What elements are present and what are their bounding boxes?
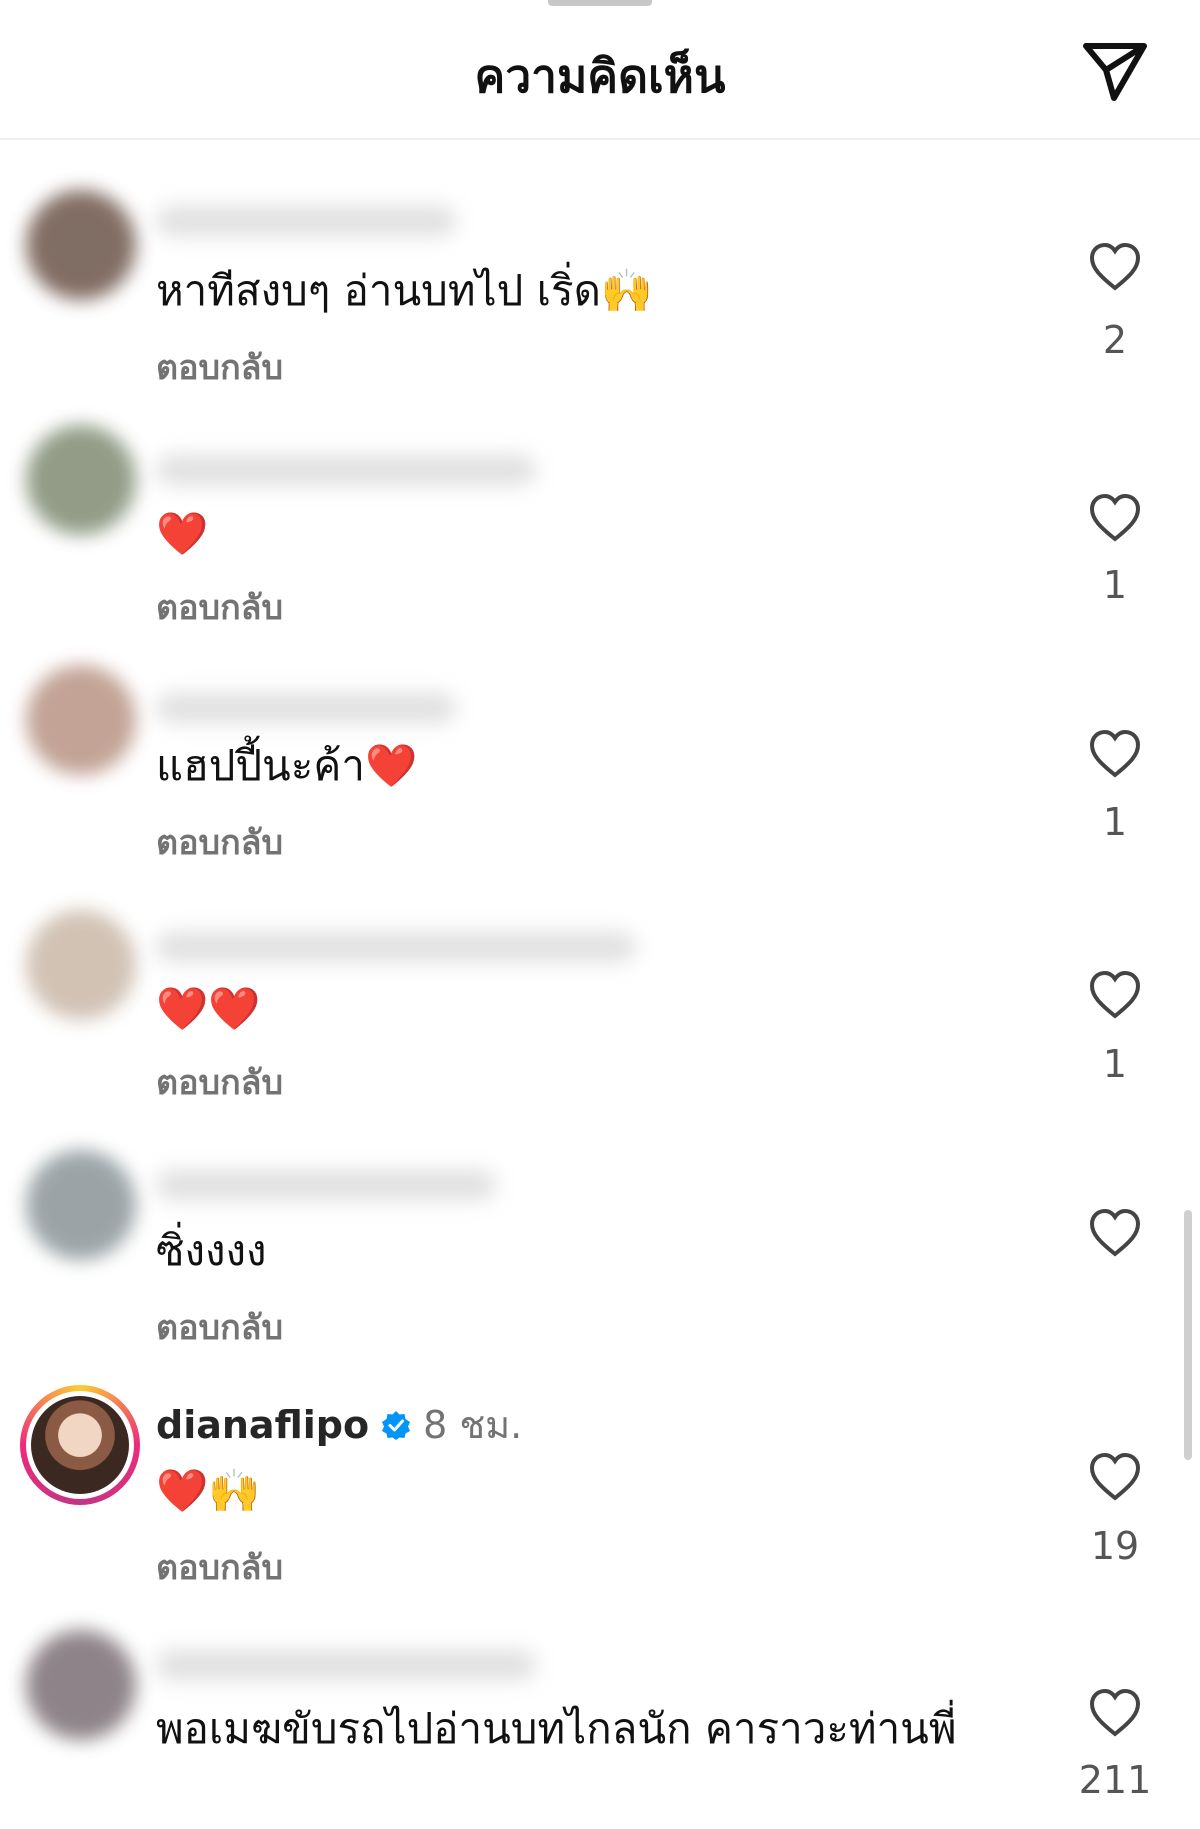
heart-icon[interactable] bbox=[1088, 970, 1142, 1020]
username-blurred[interactable] bbox=[156, 206, 456, 236]
username-text: dianaflipo bbox=[156, 1402, 370, 1447]
like-count: 211 bbox=[1078, 1758, 1152, 1802]
username-blurred[interactable] bbox=[156, 1650, 536, 1680]
verified-badge-icon bbox=[382, 1410, 411, 1440]
avatar-story-ring[interactable] bbox=[20, 1385, 140, 1505]
scrollbar[interactable] bbox=[1184, 1210, 1192, 1460]
reply-button[interactable]: ตอบกลับ bbox=[156, 1300, 283, 1354]
avatar[interactable] bbox=[26, 665, 136, 775]
reply-button[interactable]: ตอบกลับ bbox=[156, 815, 283, 869]
heart-icon[interactable] bbox=[1088, 1688, 1142, 1738]
comment-text: แฮปปี้นะค้า❤️ bbox=[156, 741, 418, 790]
comment-text: ❤️❤️ bbox=[156, 984, 261, 1033]
reply-button[interactable]: ตอบกลับ bbox=[156, 580, 283, 634]
paper-plane-icon[interactable] bbox=[1080, 36, 1150, 106]
comment-time: 8 ชม. bbox=[423, 1403, 523, 1447]
avatar[interactable] bbox=[26, 1150, 136, 1260]
comment-text: หาทีสงบๆ อ่านบทไป เริ่ด🙌 bbox=[156, 266, 654, 315]
page-title: ความคิดเห็น bbox=[474, 49, 726, 103]
avatar[interactable] bbox=[26, 425, 136, 535]
heart-icon[interactable] bbox=[1088, 729, 1142, 779]
like-count: 19 bbox=[1090, 1524, 1140, 1568]
reply-button[interactable]: ตอบกลับ bbox=[156, 340, 283, 394]
like-count: 1 bbox=[1102, 800, 1128, 844]
reply-button[interactable]: ตอบกลับ bbox=[156, 1540, 283, 1594]
like-count: 1 bbox=[1102, 1042, 1128, 1086]
heart-icon[interactable] bbox=[1088, 242, 1142, 292]
heart-icon[interactable] bbox=[1088, 493, 1142, 543]
avatar[interactable] bbox=[26, 910, 136, 1020]
username-blurred[interactable] bbox=[156, 693, 456, 723]
comment-text: ซิ่งงงง bbox=[156, 1226, 267, 1275]
like-count: 2 bbox=[1102, 318, 1128, 362]
username-blurred[interactable] bbox=[156, 455, 536, 485]
avatar[interactable] bbox=[26, 190, 136, 300]
comment-text: ❤️🙌 bbox=[156, 1466, 261, 1515]
username-blurred[interactable] bbox=[156, 1170, 496, 1200]
heart-icon[interactable] bbox=[1088, 1208, 1142, 1258]
comment-text: ❤️ bbox=[156, 509, 209, 558]
reply-button[interactable]: ตอบกลับ bbox=[156, 1055, 283, 1109]
username-blurred[interactable] bbox=[156, 932, 636, 962]
like-count: 1 bbox=[1102, 563, 1128, 607]
comment-text: พอเมฆขับรถไปอ่านบทไกลนัก คาราวะท่านพี่ bbox=[156, 1704, 957, 1753]
comments-sheet: ความคิดเห็น หาทีสงบๆ อ่านบทไป เริ่ด🙌 ตอบ… bbox=[0, 0, 1200, 1829]
avatar[interactable] bbox=[26, 1630, 136, 1740]
comments-header: ความคิดเห็น bbox=[0, 0, 1200, 140]
comment-username[interactable]: dianaflipo 8 ชม. bbox=[156, 1394, 522, 1455]
avatar bbox=[31, 1396, 129, 1494]
heart-icon[interactable] bbox=[1088, 1452, 1142, 1502]
